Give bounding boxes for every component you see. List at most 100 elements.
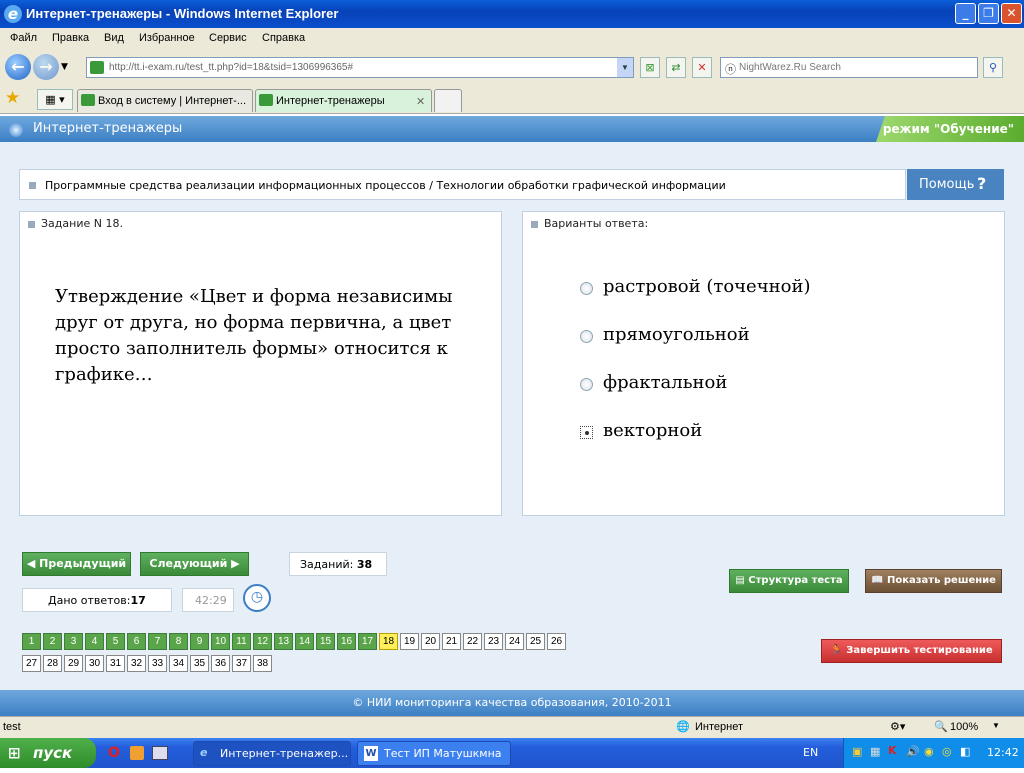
question-number-7[interactable]: 7: [148, 633, 167, 650]
question-number-32[interactable]: 32: [127, 655, 146, 672]
radio-button[interactable]: [580, 330, 593, 343]
question-number-5[interactable]: 5: [106, 633, 125, 650]
radio-button-selected[interactable]: [580, 426, 593, 439]
back-icon[interactable]: ←: [5, 54, 31, 80]
menu-file[interactable]: Файл: [10, 32, 37, 44]
question-number-34[interactable]: 34: [169, 655, 188, 672]
menu-edit[interactable]: Правка: [52, 32, 89, 44]
question-number-1[interactable]: 1: [22, 633, 41, 650]
question-number-29[interactable]: 29: [64, 655, 83, 672]
tab-page-icon: [259, 94, 273, 106]
question-number-33[interactable]: 33: [148, 655, 167, 672]
question-number-28[interactable]: 28: [43, 655, 62, 672]
question-number-16[interactable]: 16: [337, 633, 356, 650]
tray-icon-2[interactable]: ▦: [870, 745, 880, 758]
tray-icon-5[interactable]: ◧: [960, 745, 970, 758]
question-number-37[interactable]: 37: [232, 655, 251, 672]
question-number-24[interactable]: 24: [505, 633, 524, 650]
question-number-21[interactable]: 21: [442, 633, 461, 650]
question-number-22[interactable]: 22: [463, 633, 482, 650]
tab-label: Интернет-тренажеры: [276, 95, 385, 107]
book-icon: 📖: [871, 575, 884, 586]
search-input[interactable]: ⓝ NightWarez.Ru Search: [720, 57, 978, 78]
ie-icon: e: [4, 5, 22, 23]
tab-login[interactable]: Вход в систему | Интернет-...: [77, 89, 253, 112]
menu-favorites[interactable]: Избранное: [139, 32, 195, 44]
question-number-25[interactable]: 25: [526, 633, 545, 650]
question-number-12[interactable]: 12: [253, 633, 272, 650]
volume-icon[interactable]: 🔊: [906, 745, 920, 758]
question-number-9[interactable]: 9: [190, 633, 209, 650]
question-number-8[interactable]: 8: [169, 633, 188, 650]
address-dropdown-icon[interactable]: ▼: [617, 58, 633, 77]
question-number-2[interactable]: 2: [43, 633, 62, 650]
stop-icon[interactable]: ✕: [692, 57, 712, 78]
compat-icon[interactable]: ⊠: [640, 57, 660, 78]
answer-label: растровой (точечной): [603, 276, 811, 297]
tray-icon-4[interactable]: ◎: [942, 745, 952, 758]
close-button[interactable]: ✕: [1001, 3, 1022, 24]
tray-icon-1[interactable]: ▣: [852, 745, 862, 758]
structure-button[interactable]: ▤ Структура теста: [729, 569, 849, 593]
next-button[interactable]: Следующий ▶: [140, 552, 249, 576]
question-number-10[interactable]: 10: [211, 633, 230, 650]
breadcrumb: Программные средства реализации информац…: [19, 169, 906, 200]
opera-icon[interactable]: O: [108, 745, 120, 761]
question-number-36[interactable]: 36: [211, 655, 230, 672]
question-number-11[interactable]: 11: [232, 633, 251, 650]
question-mark-icon: ?: [977, 174, 987, 193]
prev-button[interactable]: ◀ Предыдущий: [22, 552, 131, 576]
protected-mode-icon[interactable]: ⚙▾: [890, 720, 905, 733]
history-dropdown-icon[interactable]: ▼: [61, 62, 68, 72]
menu-tools[interactable]: Сервис: [209, 32, 247, 44]
new-tab-button[interactable]: [434, 89, 462, 112]
search-icon[interactable]: ⚲: [983, 57, 1003, 78]
question-number-26[interactable]: 26: [547, 633, 566, 650]
question-number-4[interactable]: 4: [85, 633, 104, 650]
question-number-31[interactable]: 31: [106, 655, 125, 672]
menu-help[interactable]: Справка: [262, 32, 305, 44]
start-button[interactable]: ⊞ пуск: [0, 738, 96, 768]
favorites-star-icon[interactable]: ★: [5, 88, 20, 108]
question-number-30[interactable]: 30: [85, 655, 104, 672]
tray-icon-3[interactable]: ◉: [924, 745, 934, 758]
minimize-button[interactable]: _: [955, 3, 976, 24]
forward-icon[interactable]: →: [33, 54, 59, 80]
breadcrumb-text: Программные средства реализации информац…: [45, 179, 726, 192]
question-number-15[interactable]: 15: [316, 633, 335, 650]
menu-view[interactable]: Вид: [104, 32, 124, 44]
zoom-dropdown-icon[interactable]: ▼: [992, 721, 1000, 730]
language-indicator[interactable]: EN: [803, 746, 818, 759]
taskbar-item-ie[interactable]: e Интернет-тренажер...: [193, 741, 351, 766]
question-number-20[interactable]: 20: [421, 633, 440, 650]
radio-button[interactable]: [580, 378, 593, 391]
question-number-17[interactable]: 17: [358, 633, 377, 650]
question-number-18[interactable]: 18: [379, 633, 398, 650]
question-number-14[interactable]: 14: [295, 633, 314, 650]
question-number-27[interactable]: 27: [22, 655, 41, 672]
show-solution-button[interactable]: 📖 Показать решение: [865, 569, 1002, 593]
taskbar-item-word[interactable]: W Тест ИП Матушкмна ...: [357, 741, 511, 773]
question-number-23[interactable]: 23: [484, 633, 503, 650]
question-number-3[interactable]: 3: [64, 633, 83, 650]
question-number-13[interactable]: 13: [274, 633, 293, 650]
kaspersky-icon[interactable]: K: [888, 744, 897, 757]
help-button[interactable]: Помощь ?: [907, 169, 1004, 200]
structure-label: Структура теста: [748, 575, 843, 586]
task-panel: Задание N 18. Утверждение «Цвет и форма …: [19, 211, 502, 516]
refresh-icon[interactable]: ⇄: [666, 57, 686, 78]
question-number-6[interactable]: 6: [127, 633, 146, 650]
tab-close-icon[interactable]: ✕: [416, 95, 425, 108]
question-number-38[interactable]: 38: [253, 655, 272, 672]
quick-tabs-icon[interactable]: ▦ ▾: [37, 89, 73, 110]
address-input[interactable]: http://tt.i-exam.ru/test_tt.php?id=18&ts…: [86, 57, 634, 78]
radio-button[interactable]: [580, 282, 593, 295]
quicklaunch-icon[interactable]: [130, 746, 144, 760]
question-number-19[interactable]: 19: [400, 633, 419, 650]
show-desktop-icon[interactable]: [152, 746, 168, 760]
finish-button[interactable]: 🏃 Завершить тестирование: [821, 639, 1002, 663]
maximize-button[interactable]: ❐: [978, 3, 999, 24]
tab-trainers[interactable]: Интернет-тренажеры ✕: [255, 89, 432, 112]
zoom-level[interactable]: 100%: [950, 721, 978, 733]
question-number-35[interactable]: 35: [190, 655, 209, 672]
